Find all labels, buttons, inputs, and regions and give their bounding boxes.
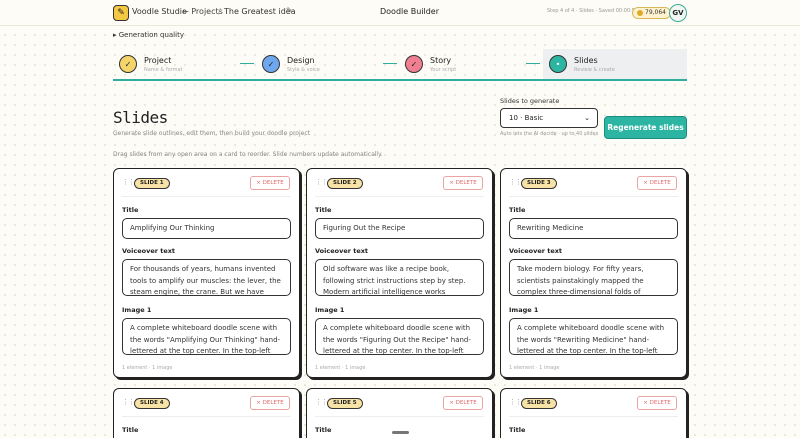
image-prompt-textarea[interactable]: A complete whiteboard doodle scene with …	[315, 318, 484, 355]
step-check-icon: ✓	[119, 55, 137, 73]
delete-slide-button[interactable]: × DELETE	[443, 396, 483, 410]
credits-badge[interactable]: 79,064	[632, 7, 671, 19]
drag-handle-icon[interactable]: ⋮⋮	[122, 398, 135, 406]
slide-title-input[interactable]: Figuring Out the Recipe	[315, 218, 484, 239]
slides-to-generate-select[interactable]: 10 · Basic ⌄	[500, 108, 598, 128]
delete-slide-button[interactable]: × DELETE	[637, 396, 677, 410]
credits-count: 79,064	[645, 9, 666, 16]
delete-slide-button[interactable]: × DELETE	[250, 176, 290, 190]
title-label: Title	[122, 206, 139, 214]
top-bar: ✎ Voodle Studio ← Projects / The Greates…	[0, 0, 800, 26]
step-story[interactable]: ✓ Story Your script	[399, 49, 456, 79]
step-subtitle: Your script	[430, 66, 457, 73]
drag-handle-icon[interactable]: ⋮⋮	[509, 178, 522, 186]
delete-slide-button[interactable]: × DELETE	[250, 396, 290, 410]
step-status-text: Step 4 of 4 · Slides · Saved 00:00:51	[547, 8, 639, 14]
project-title: The Greatest idea	[224, 7, 296, 16]
slide-title-input[interactable]: Amplifying Our Thinking	[122, 218, 291, 239]
chevron-down-icon: ⌄	[584, 114, 590, 122]
step-check-icon: ✓	[262, 55, 280, 73]
generation-quality-toggle[interactable]: ▸ Generation quality	[113, 31, 184, 39]
divider	[122, 416, 291, 417]
step-design[interactable]: ✓ Design Style & voice	[256, 49, 320, 79]
breadcrumb-separator: /	[218, 7, 221, 16]
drag-handle-icon[interactable]: ⋮⋮	[315, 398, 328, 406]
title-label: Title	[509, 206, 526, 214]
slide-card[interactable]: ⋮⋮ SLIDE 1 × DELETE Title Amplifying Our…	[113, 168, 300, 378]
coin-icon	[637, 10, 643, 16]
page-subtitle: Generate slide outlines, edit them, then…	[113, 130, 310, 137]
title-label: Title	[122, 426, 139, 434]
voiceover-textarea[interactable]: Old software was like a recipe book, fol…	[315, 259, 484, 296]
image-label: Image 1	[122, 306, 152, 314]
voiceover-textarea[interactable]: For thousands of years, humans invented …	[122, 259, 291, 296]
step-current-icon: •	[549, 55, 567, 73]
divider	[509, 416, 678, 417]
divider	[315, 196, 484, 197]
image-label: Image 1	[315, 306, 345, 314]
regenerate-slides-button[interactable]: Regenerate slides	[604, 116, 687, 139]
logo-icon[interactable]: ✎	[113, 5, 129, 21]
user-avatar[interactable]: GV	[669, 4, 687, 22]
drag-handle-icon[interactable]: ⋮⋮	[315, 178, 328, 186]
slides-to-generate-help: Auto lets the AI decide · up to 40 slide…	[500, 131, 599, 137]
voiceover-textarea[interactable]: Take modern biology. For fifty years, sc…	[509, 259, 678, 296]
slides-to-generate-label: Slides to generate	[500, 97, 560, 105]
step-title: Slides	[574, 55, 598, 65]
step-connector	[526, 63, 540, 64]
step-project[interactable]: ✓ Project Name & format	[113, 49, 183, 79]
title-label: Title	[315, 206, 332, 214]
delete-slide-button[interactable]: × DELETE	[637, 176, 677, 190]
slide-number-badge: SLIDE 4	[134, 398, 170, 409]
title-label: Title	[509, 426, 526, 434]
slide-meta: 1 element · 1 image	[315, 365, 366, 371]
divider	[509, 196, 678, 197]
slide-card[interactable]: ⋮⋮ SLIDE 3 × DELETE Title Rewriting Medi…	[500, 168, 687, 378]
builder-title: Doodle Builder	[380, 7, 440, 16]
slide-card[interactable]: ⋮⋮ SLIDE 6 × DELETE Title	[500, 388, 687, 438]
delete-slide-button[interactable]: × DELETE	[443, 176, 483, 190]
slide-number-badge: SLIDE 2	[327, 178, 363, 189]
slide-number-badge: SLIDE 3	[521, 178, 557, 189]
voiceover-label: Voiceover text	[122, 247, 176, 255]
slide-meta: 1 element · 1 image	[509, 365, 560, 371]
voiceover-label: Voiceover text	[509, 247, 563, 255]
step-title: Design	[287, 55, 315, 65]
voiceover-label: Voiceover text	[315, 247, 369, 255]
slide-number-badge: SLIDE 6	[521, 398, 557, 409]
drag-handle-icon[interactable]: ⋮⋮	[509, 398, 522, 406]
step-subtitle: Name & format	[144, 66, 183, 73]
image-label: Image 1	[509, 306, 539, 314]
slide-number-badge: SLIDE 5	[327, 398, 363, 409]
step-check-icon: ✓	[405, 55, 423, 73]
step-subtitle: Style & voice	[287, 66, 320, 73]
back-to-projects-link[interactable]: ← Projects	[182, 7, 223, 16]
brand-name[interactable]: Voodle Studio	[132, 7, 187, 16]
slide-card[interactable]: ⋮⋮ SLIDE 2 × DELETE Title Figuring Out t…	[306, 168, 493, 378]
stepper-progress-bar	[113, 79, 687, 81]
scroll-indicator[interactable]	[392, 431, 409, 434]
step-connector	[383, 63, 397, 64]
image-prompt-textarea[interactable]: A complete whiteboard doodle scene with …	[122, 318, 291, 355]
image-prompt-textarea[interactable]: A complete whiteboard doodle scene with …	[509, 318, 678, 355]
slide-card[interactable]: ⋮⋮ SLIDE 4 × DELETE Title	[113, 388, 300, 438]
drag-hint: Drag slides from any open area on a card…	[113, 151, 383, 158]
slide-meta: 1 element · 1 image	[122, 365, 173, 371]
select-value: 10 · Basic	[509, 114, 544, 122]
drag-handle-icon[interactable]: ⋮⋮	[122, 178, 135, 186]
slide-title-input[interactable]: Rewriting Medicine	[509, 218, 678, 239]
page-title: Slides	[113, 108, 168, 127]
step-connector	[240, 63, 254, 64]
slide-number-badge: SLIDE 1	[134, 178, 170, 189]
step-subtitle: Review & create	[574, 66, 615, 73]
divider	[122, 196, 291, 197]
step-title: Story	[430, 55, 452, 65]
title-label: Title	[315, 426, 332, 434]
wizard-stepper: ✓ Project Name & format ✓ Design Style &…	[113, 49, 687, 81]
edit-pencil-icon[interactable]: ✎	[286, 6, 293, 15]
divider	[315, 416, 484, 417]
step-title: Project	[144, 55, 172, 65]
step-slides[interactable]: • Slides Review & create	[543, 49, 615, 79]
